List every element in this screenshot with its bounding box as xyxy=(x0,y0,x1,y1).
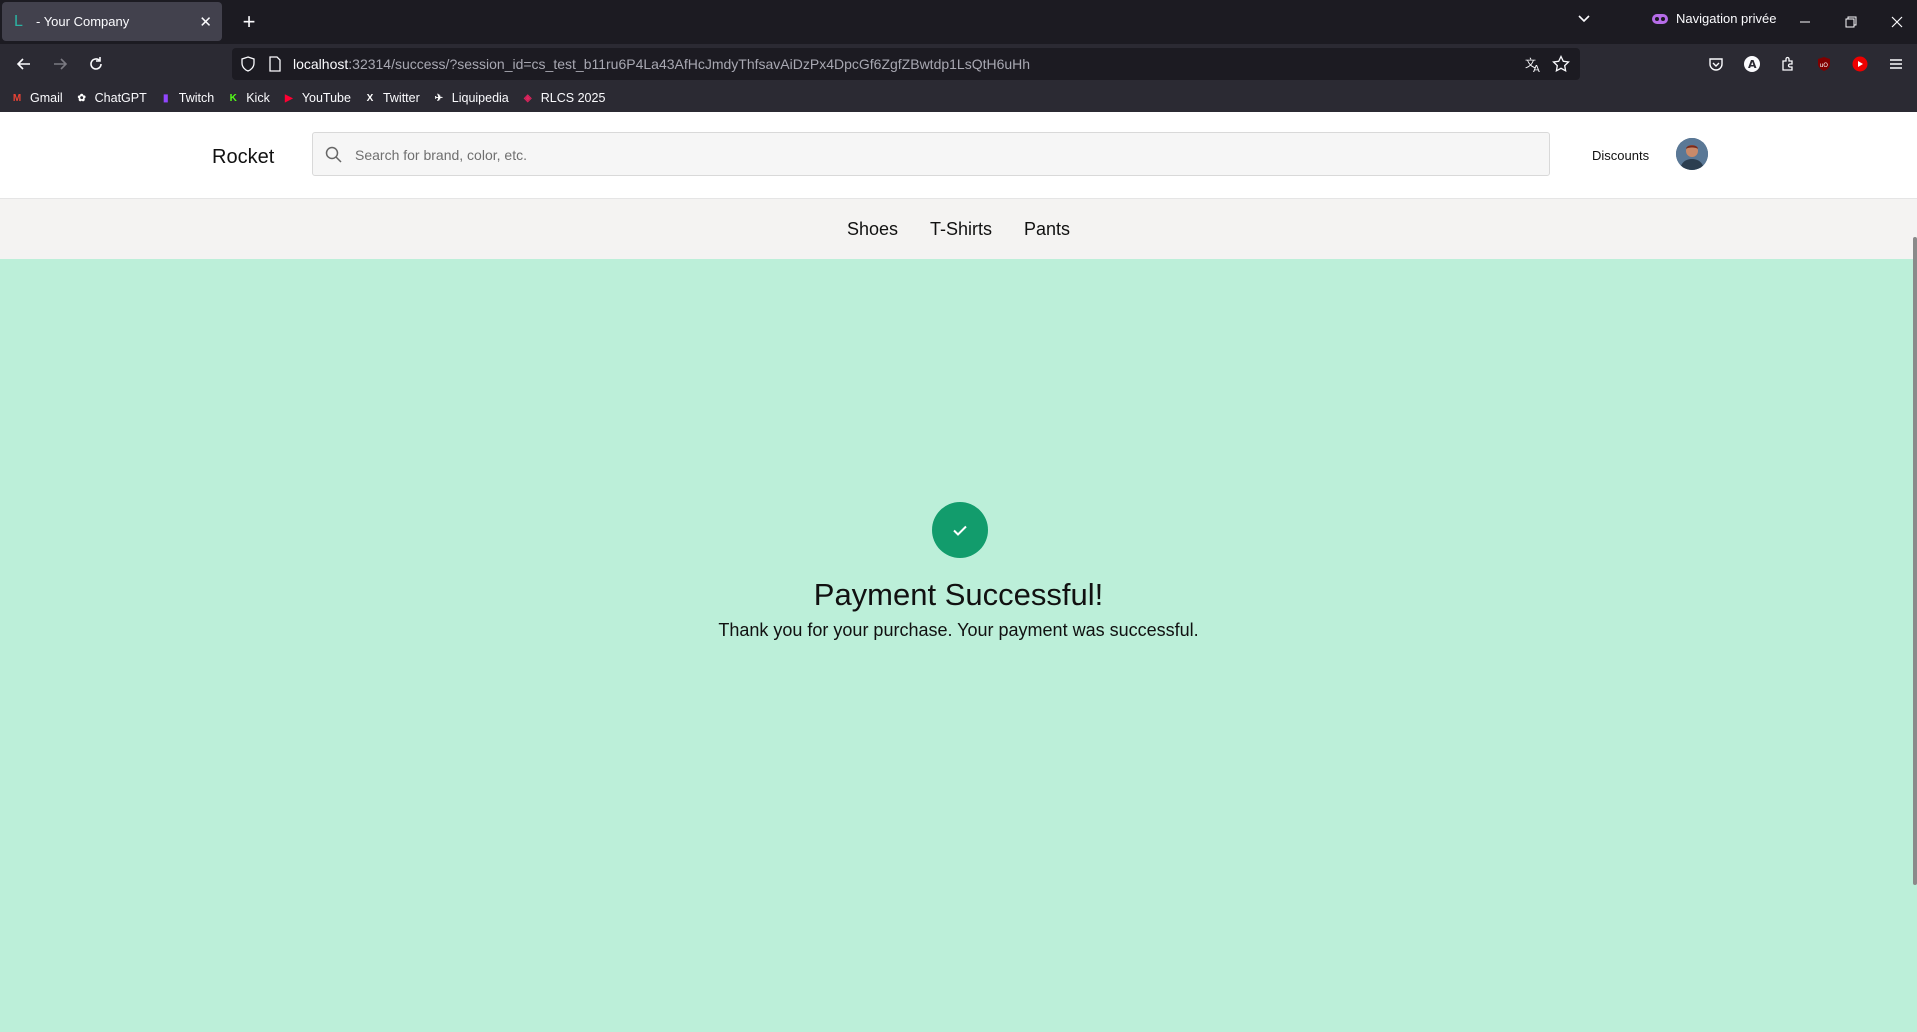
bookmark-item[interactable]: ▮ Twitch xyxy=(159,91,214,105)
extensions-button[interactable] xyxy=(1778,54,1798,74)
account-icon: A xyxy=(1744,56,1760,72)
youtube-extension-icon xyxy=(1852,56,1868,72)
search-box[interactable] xyxy=(312,132,1550,177)
youtube-icon: ▶ xyxy=(284,92,293,104)
arrow-left-icon xyxy=(16,58,30,70)
bookmark-item[interactable]: M Gmail xyxy=(10,91,63,105)
chevron-down-icon xyxy=(1578,15,1590,23)
bookmark-label: Kick xyxy=(246,91,270,105)
bookmark-label: Gmail xyxy=(30,91,63,105)
success-badge xyxy=(932,502,988,558)
private-browsing-label: Navigation privée xyxy=(1676,11,1777,26)
category-nav: Shoes T-Shirts Pants xyxy=(0,199,1917,259)
bookmark-item[interactable]: ✿ ChatGPT xyxy=(75,91,147,105)
success-section: Payment Successful! Thank you for your p… xyxy=(0,259,1917,1032)
bookmark-item[interactable]: X Twitter xyxy=(363,91,420,105)
success-message: Thank you for your purchase. Your paymen… xyxy=(718,620,1199,640)
chatgpt-icon: ✿ xyxy=(77,92,86,104)
url-text[interactable]: localhost:32314/success/?session_id=cs_t… xyxy=(293,56,1030,72)
back-button[interactable] xyxy=(10,50,38,78)
x-icon: X xyxy=(366,92,374,104)
nav-link-t-shirts[interactable]: T-Shirts xyxy=(930,219,992,240)
pocket-button[interactable] xyxy=(1706,54,1726,74)
bookmarks-bar: M Gmail ✿ ChatGPT ▮ Twitch K Kick ▶ YouTube X Twitt… xyxy=(0,84,1917,112)
ublock-button[interactable]: uO xyxy=(1814,54,1834,74)
nav-link-pants[interactable]: Pants xyxy=(1024,219,1070,240)
private-browsing-indicator: Navigation privée xyxy=(1652,11,1776,26)
kick-icon: K xyxy=(229,92,237,104)
hamburger-menu-icon xyxy=(1890,59,1902,69)
bookmark-item[interactable]: ✈ Liquipedia xyxy=(432,91,509,105)
checkmark-icon xyxy=(953,525,967,536)
forward-button[interactable] xyxy=(46,50,74,78)
restore-button[interactable] xyxy=(1828,0,1874,44)
browser-toolbar: localhost:32314/success/?session_id=cs_t… xyxy=(0,44,1917,84)
rlcs-icon: ◈ xyxy=(523,92,532,104)
svg-text:uO: uO xyxy=(1820,62,1829,69)
bookmark-label: YouTube xyxy=(301,91,351,105)
nav-link-shoes[interactable]: Shoes xyxy=(847,219,898,240)
twitch-icon: ▮ xyxy=(163,92,169,104)
avatar[interactable] xyxy=(1676,138,1708,170)
bookmark-star-icon[interactable] xyxy=(1552,55,1570,73)
liquipedia-icon: ✈ xyxy=(434,92,443,104)
bookmark-item[interactable]: K Kick xyxy=(226,91,270,105)
tab-favicon-icon: L xyxy=(14,12,23,30)
puzzle-icon xyxy=(1782,56,1793,71)
menu-button[interactable] xyxy=(1886,54,1906,74)
youtube-extension-button[interactable] xyxy=(1850,54,1870,74)
account-button[interactable]: A xyxy=(1742,54,1762,74)
minimize-icon xyxy=(1800,21,1810,23)
translate-icon[interactable]: 文A xyxy=(1525,55,1543,73)
bookmark-label: ChatGPT xyxy=(94,91,147,105)
site-header: Rocket Discounts xyxy=(0,112,1917,199)
private-mask-icon xyxy=(1652,13,1668,24)
search-input[interactable] xyxy=(353,133,1537,177)
bookmark-item[interactable]: ▶ YouTube xyxy=(282,91,351,105)
tab-title: - Your Company xyxy=(36,14,130,29)
reload-button[interactable] xyxy=(82,50,110,78)
site-logo[interactable]: Rocket xyxy=(212,146,274,169)
browser-tab-bar: L - Your Company ✕ + Navigation privée xyxy=(0,0,1917,44)
ublock-origin-icon: uO xyxy=(1818,57,1830,71)
success-title: Payment Successful! xyxy=(813,577,1104,612)
gmail-icon: M xyxy=(12,92,22,104)
search-icon xyxy=(325,146,342,163)
new-tab-button[interactable]: + xyxy=(236,8,262,36)
user-avatar-icon xyxy=(1676,138,1708,170)
svg-text:A: A xyxy=(1748,58,1757,71)
page-scrollbar[interactable] xyxy=(1913,237,1917,885)
url-path: :32314/success/?session_id=cs_test_b11ru… xyxy=(348,56,1031,72)
bookmark-label: Liquipedia xyxy=(451,91,509,105)
bookmark-label: RLCS 2025 xyxy=(540,91,606,105)
restore-icon xyxy=(1845,16,1857,28)
web-page: Rocket Discounts Shoes T-Shirts Pants Pa… xyxy=(0,112,1917,1032)
reload-icon xyxy=(90,57,102,70)
browser-tab[interactable]: L - Your Company ✕ xyxy=(2,2,222,41)
page-icon[interactable] xyxy=(268,56,282,72)
discounts-link[interactable]: Discounts xyxy=(1592,148,1649,163)
bookmark-label: Twitter xyxy=(382,91,420,105)
url-host: localhost xyxy=(293,56,349,72)
bookmark-item[interactable]: ◈ RLCS 2025 xyxy=(521,91,606,105)
pocket-icon xyxy=(1709,58,1723,71)
close-window-button[interactable] xyxy=(1874,0,1917,44)
close-icon xyxy=(1891,16,1903,28)
svg-text:A: A xyxy=(1533,64,1540,73)
bookmark-label: Twitch xyxy=(178,91,215,105)
arrow-right-icon xyxy=(54,58,68,70)
address-bar[interactable]: localhost:32314/success/?session_id=cs_t… xyxy=(232,48,1580,80)
list-tabs-button[interactable] xyxy=(1576,10,1592,31)
close-tab-icon[interactable]: ✕ xyxy=(199,13,212,31)
minimize-button[interactable] xyxy=(1782,0,1828,44)
shield-icon[interactable] xyxy=(240,56,256,72)
